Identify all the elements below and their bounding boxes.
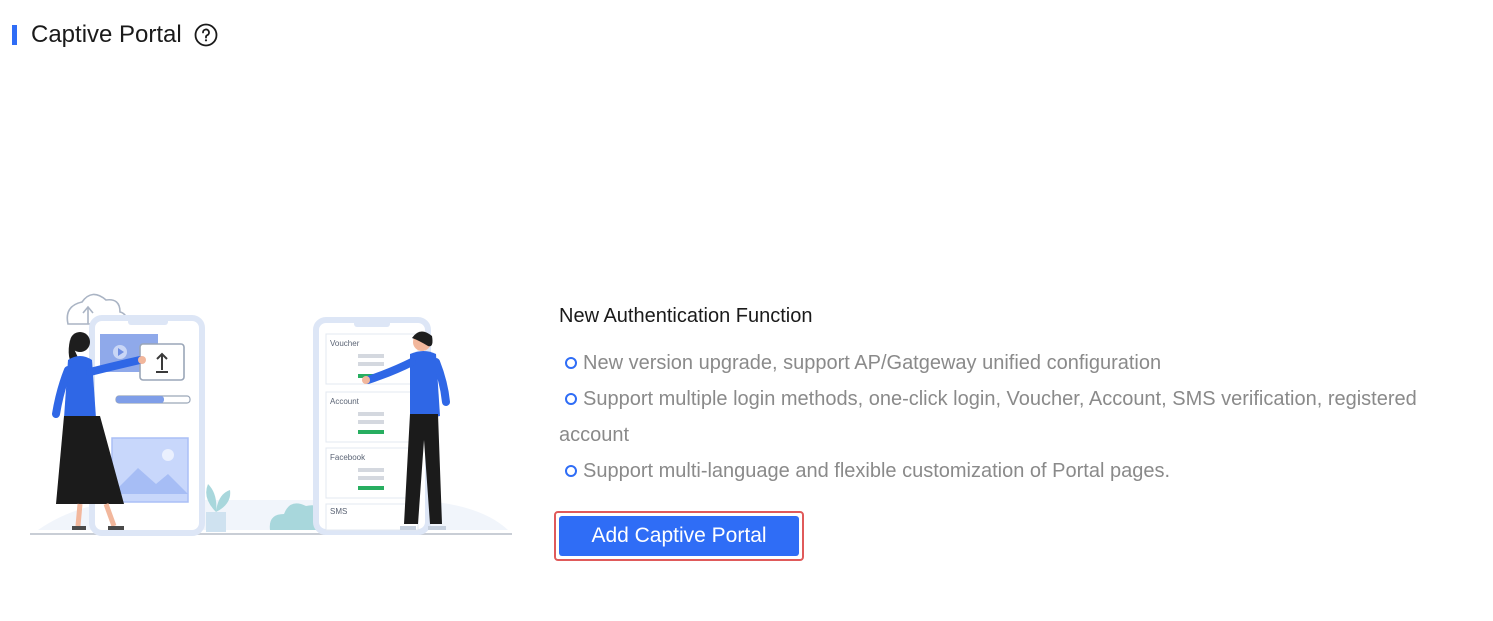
svg-text:Facebook: Facebook — [330, 453, 366, 462]
portal-illustration: Voucher Account Facebook SMS — [28, 290, 514, 540]
svg-text:Voucher: Voucher — [330, 339, 360, 348]
bullet-circle-icon — [565, 356, 577, 369]
page-header: Captive Portal — [12, 20, 218, 50]
feature-description: New Authentication Function New version … — [559, 305, 1459, 489]
list-item: Support multi-language and flexible cust… — [559, 453, 1459, 489]
bullet-circle-icon — [565, 392, 577, 405]
add-captive-portal-button[interactable]: Add Captive Portal — [559, 516, 799, 556]
list-item: New version upgrade, support AP/Gatgeway… — [559, 345, 1459, 381]
section-title: New Authentication Function — [559, 305, 813, 327]
page-title: Captive Portal — [31, 21, 182, 48]
add-button-highlight: Add Captive Portal — [554, 511, 804, 561]
title-accent-bar — [12, 25, 17, 45]
bullet-circle-icon — [565, 464, 577, 477]
question-circle-icon[interactable] — [194, 23, 218, 47]
svg-text:SMS: SMS — [330, 507, 347, 516]
svg-text:Account: Account — [330, 397, 360, 406]
feature-list: New version upgrade, support AP/Gatgeway… — [559, 345, 1459, 489]
list-item: Support multiple login methods, one-clic… — [559, 388, 1417, 446]
